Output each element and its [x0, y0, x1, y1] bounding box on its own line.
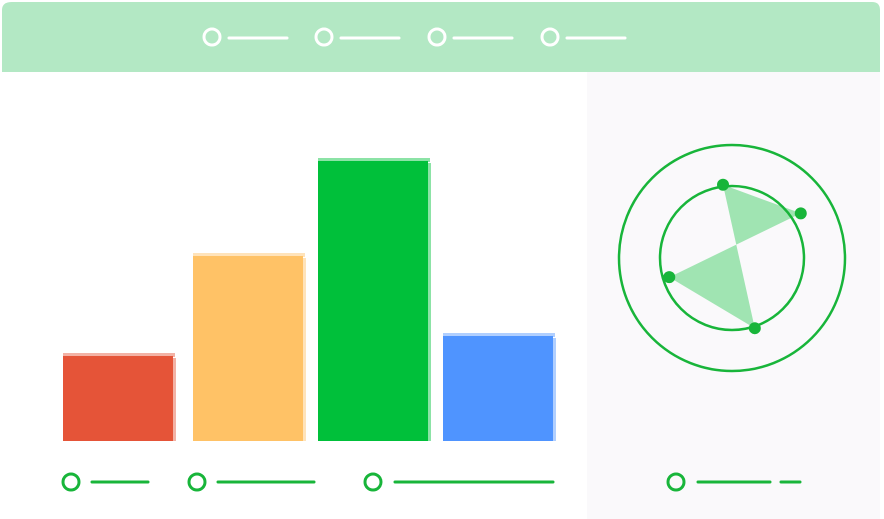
- radar-point: [748, 322, 761, 335]
- bar: [63, 353, 176, 441]
- header-bar: [2, 2, 880, 72]
- bar: [193, 253, 306, 441]
- bar-chart: [63, 158, 556, 441]
- radar-point: [717, 178, 730, 191]
- bar: [318, 158, 431, 441]
- bar: [443, 333, 556, 441]
- bar-chart-legend: [61, 472, 555, 492]
- legend-circle-icon: [187, 472, 207, 492]
- legend-circle-icon: [61, 472, 81, 492]
- legend-circle-icon: [363, 472, 383, 492]
- bar-rect: [443, 336, 553, 441]
- dashboard-illustration: [2, 2, 880, 519]
- bar-rect: [318, 161, 428, 441]
- bar-rect: [63, 356, 173, 441]
- bar-rect: [193, 256, 303, 441]
- dashboard-window: [0, 0, 884, 519]
- radar-point: [794, 207, 807, 220]
- radar-point: [663, 271, 676, 284]
